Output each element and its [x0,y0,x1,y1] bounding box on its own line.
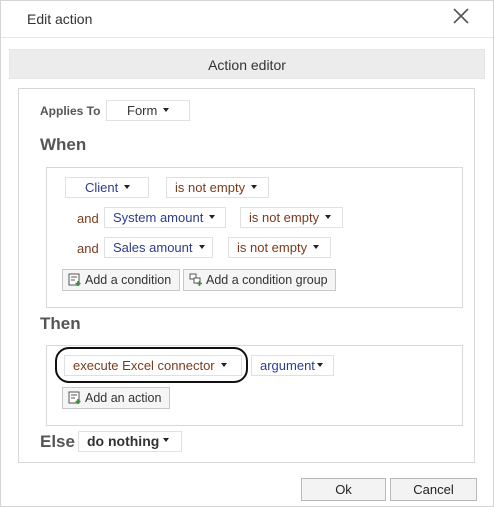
caret-down-icon [313,244,320,249]
add-condition-button[interactable]: Add a condition [62,269,180,291]
add-action-button[interactable]: Add an action [62,387,170,409]
dialog-titlebar: Edit action [1,1,493,37]
condition-3-field-dropdown[interactable]: Sales amount [104,237,213,258]
applies-to-label: Applies To [40,104,101,118]
ok-button[interactable]: Ok [301,478,386,501]
then-action-dropdown[interactable]: execute Excel connector [64,355,242,376]
applies-to-value: Form [127,103,158,118]
caret-down-icon [251,184,258,189]
caret-down-icon [124,184,131,189]
add-condition-group-label: Add a condition group [206,273,328,287]
action-editor-header: Action editor [9,49,485,79]
caret-down-icon [163,438,170,443]
condition-2-operator-dropdown[interactable]: is not empty [240,207,343,228]
caret-down-icon [325,214,332,219]
when-heading: When [40,135,87,154]
condition-1-field-dropdown[interactable]: Client [65,177,149,198]
applies-to-dropdown[interactable]: Form [106,100,190,121]
argument-value: argument [260,358,315,373]
add-action-icon [68,391,81,404]
condition-3-connector: and [77,241,99,256]
else-heading: Else [40,432,75,451]
else-dropdown[interactable]: do nothing [78,431,182,452]
add-condition-group-button[interactable]: Add a condition group [183,269,336,291]
caret-down-icon [198,244,205,249]
add-condition-label: Add a condition [85,273,172,287]
condition-1-operator-dropdown[interactable]: is not empty [166,177,269,198]
condition-1-field: Client [85,180,119,195]
condition-2-operator: is not empty [249,210,320,225]
condition-2-connector: and [77,211,99,226]
add-group-icon [189,273,202,286]
cancel-button[interactable]: Cancel [390,478,477,501]
dialog-title: Edit action [27,11,93,27]
add-action-label: Add an action [85,391,162,405]
condition-1-operator: is not empty [175,180,246,195]
condition-2-field: System amount [113,210,204,225]
title-divider [1,37,493,38]
caret-down-icon [220,362,227,367]
else-value: do nothing [87,433,160,449]
caret-down-icon [163,107,170,112]
close-icon [453,8,469,24]
caret-down-icon [209,214,216,219]
then-heading: Then [40,314,81,333]
condition-2-field-dropdown[interactable]: System amount [104,207,226,228]
add-condition-icon [68,273,81,286]
argument-dropdown[interactable]: argument [251,355,334,376]
condition-3-operator: is not empty [237,240,308,255]
condition-3-operator-dropdown[interactable]: is not empty [228,237,331,258]
close-button[interactable] [451,6,471,26]
edit-action-dialog: Edit action Action editor Applies To For… [0,0,494,507]
then-action-value: execute Excel connector [73,358,215,373]
caret-down-icon [316,362,323,367]
condition-3-field: Sales amount [113,240,193,255]
